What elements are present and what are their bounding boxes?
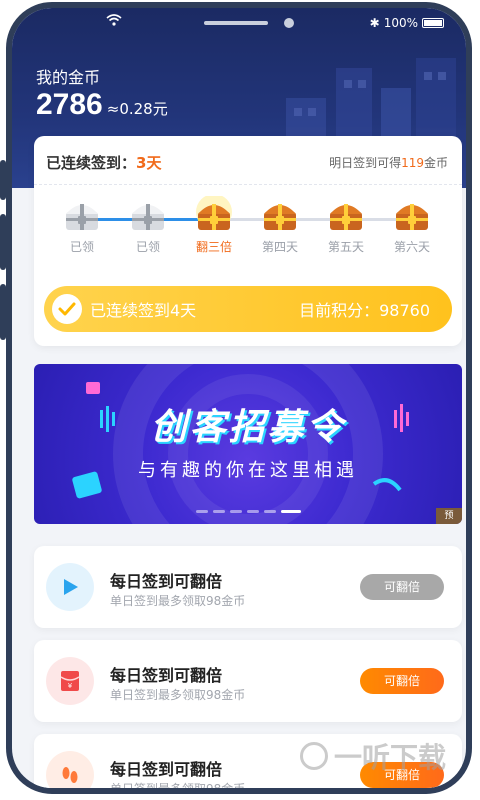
checkin-summary-pill[interactable]: 已连续签到4天 目前积分：98760 (44, 286, 452, 332)
check-icon (52, 294, 82, 324)
treasure-chest-icon (390, 196, 434, 234)
task-subtitle: 单日签到最多领取98金币 (110, 594, 246, 608)
phone-frame: ✱ 100% 我的金币 2786 ≈0.28元 已连续签到：3天 明日签到可得1… (6, 2, 472, 794)
checkin-day-label: 第五天 (327, 240, 364, 254)
checkin-day[interactable]: 已领 (118, 196, 178, 255)
checkin-day-label: 第四天 (261, 240, 298, 254)
checkin-day[interactable]: 第六天 (382, 196, 442, 255)
treasure-chest-icon (126, 196, 170, 234)
banner-dot[interactable] (280, 510, 301, 513)
speaker-grille (204, 21, 268, 25)
streak-days: 3天 (136, 154, 162, 172)
tomorrow-suffix: 金币 (423, 156, 448, 170)
streak-label: 已连续签到： (46, 154, 137, 172)
checkin-day[interactable]: 第四天 (250, 196, 310, 255)
play-icon (46, 563, 94, 611)
treasure-chest-icon (60, 196, 104, 234)
checkin-day-label: 已领 (135, 240, 160, 254)
tomorrow-prefix: 明日签到可得 (329, 156, 402, 170)
coin-amount: 2786 (36, 88, 103, 121)
checkin-day-label: 第六天 (393, 240, 430, 254)
checkin-card: 已连续签到：3天 明日签到可得119金币 已领 已领 翻三倍 第四天 第五天 第六天 已连… (34, 136, 462, 346)
treasure-chest-icon (324, 196, 368, 234)
red-envelope-icon: ¥ (46, 657, 94, 705)
banner-dot[interactable] (212, 510, 225, 513)
treasure-chest-icon (258, 196, 302, 234)
banner-dot[interactable] (263, 510, 276, 513)
wallet-title: 我的金币 (36, 68, 101, 87)
coin-balance-row: 2786 ≈0.28元 (36, 88, 168, 122)
checkin-day[interactable]: 第五天 (316, 196, 376, 255)
watermark-text: 一听下载 (333, 741, 446, 774)
svg-text:¥: ¥ (68, 682, 73, 690)
banner-title: 创客招募令 (150, 407, 346, 448)
tomorrow-reward: 明日签到可得119金币 (329, 154, 448, 171)
task-title: 每日签到可翻倍 (110, 572, 223, 591)
wifi-icon (106, 14, 122, 26)
bluetooth-icon: ✱ (369, 16, 380, 30)
footprints-icon (46, 751, 94, 788)
status-bar: ✱ 100% (12, 8, 466, 38)
task-subtitle: 单日签到最多领取98金币 (110, 688, 246, 702)
battery-text: 100% (383, 16, 418, 30)
camera-dot (284, 18, 294, 28)
battery-icon (422, 18, 444, 28)
checkin-day[interactable]: 已领 (52, 196, 112, 255)
notch (146, 12, 346, 34)
checkin-day-label: 已领 (69, 240, 94, 254)
banner-dot[interactable] (195, 510, 208, 513)
task-card[interactable]: 每日签到可翻倍单日签到最多领取98金币 可翻倍 (34, 546, 462, 628)
double-reward-button[interactable]: 可翻倍 (360, 574, 444, 600)
watermark-logo-icon (299, 742, 328, 770)
checkin-days-row: 已领 已领 翻三倍 第四天 第五天 第六天 (52, 194, 444, 266)
double-reward-button[interactable]: 可翻倍 (360, 668, 444, 694)
status-right: ✱ 100% (370, 16, 444, 30)
treasure-chest-icon (192, 194, 236, 234)
promo-banner[interactable]: 创客招募令 与有趣的你在这里相遇 预 (34, 364, 462, 524)
banner-pagination (34, 510, 462, 513)
task-title: 每日签到可翻倍 (110, 760, 223, 779)
summary-streak: 已连续签到4天 (90, 301, 197, 320)
task-card[interactable]: ¥ 每日签到可翻倍单日签到最多领取98金币 可翻倍 (34, 640, 462, 722)
watermark: 一听下载 (299, 736, 446, 776)
banner-subtitle: 与有趣的你在这里相遇 (138, 460, 358, 481)
task-title: 每日签到可翻倍 (110, 666, 223, 685)
task-subtitle: 单日签到最多领取98金币 (110, 782, 246, 794)
tomorrow-amount: 119 (401, 156, 424, 170)
coin-rmb-value: ≈0.28元 (106, 100, 168, 118)
banner-dot[interactable] (229, 510, 242, 513)
banner-tag: 预 (436, 508, 462, 524)
checkin-day[interactable]: 翻三倍 (184, 194, 244, 255)
banner-dot[interactable] (246, 510, 259, 513)
summary-points: 目前积分：98760 (299, 301, 430, 320)
streak-text: 已连续签到：3天 (46, 152, 161, 173)
checkin-header: 已连续签到：3天 明日签到可得119金币 (34, 136, 462, 185)
checkin-day-label: 翻三倍 (195, 240, 232, 254)
